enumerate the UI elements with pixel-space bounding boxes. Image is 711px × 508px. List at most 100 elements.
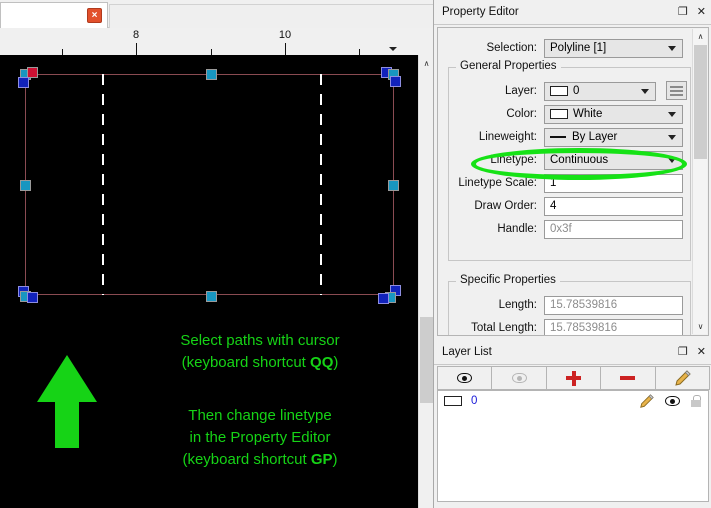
- eye-icon: [457, 373, 473, 383]
- length-value: 15.78539816: [550, 299, 618, 311]
- dashed-guide-line: [102, 74, 104, 295]
- remove-layer-button[interactable]: [600, 366, 656, 390]
- grip-handle[interactable]: [390, 76, 401, 87]
- annotation-note-1: Select paths with cursor (keyboard short…: [150, 330, 370, 374]
- layer-label: Layer:: [505, 85, 537, 97]
- draw-order-input[interactable]: 4: [544, 196, 683, 216]
- menu-line: [670, 93, 683, 96]
- property-editor-title: Property Editor: [442, 6, 519, 18]
- layer-manager-button[interactable]: [666, 81, 687, 100]
- show-all-layers-button[interactable]: [437, 366, 493, 390]
- menu-line: [670, 85, 683, 88]
- tabstrip-empty-area: [109, 4, 433, 28]
- horizontal-ruler[interactable]: 8 10: [0, 28, 433, 55]
- length-label: Length:: [498, 299, 537, 311]
- layer-list-title: Layer List: [442, 346, 492, 358]
- pencil-icon: [675, 369, 691, 386]
- close-icon[interactable]: ×: [87, 8, 102, 23]
- eye-icon[interactable]: [665, 396, 680, 406]
- scroll-up-icon[interactable]: ∧: [693, 29, 708, 44]
- draw-order-label: Draw Order:: [474, 200, 537, 212]
- property-editor-scrollbar[interactable]: ∧ ∨: [692, 29, 707, 334]
- layer-dropdown[interactable]: 0: [544, 81, 656, 101]
- linetype-row: Linetype: Continuous: [444, 150, 683, 170]
- handle-label: Handle:: [497, 223, 537, 235]
- eye-off-icon: [511, 373, 527, 383]
- grip-handle[interactable]: [27, 292, 38, 303]
- linetype-scale-value: 1: [550, 177, 557, 189]
- color-dropdown[interactable]: White: [544, 104, 683, 124]
- annotation-note-1-line2-post: ): [333, 354, 339, 371]
- linetype-scale-input[interactable]: 1: [544, 173, 683, 193]
- layer-value: 0: [573, 85, 580, 97]
- grip-handle[interactable]: [388, 180, 399, 191]
- selection-row: Selection: Polyline [1]: [444, 38, 683, 58]
- chevron-down-icon: [668, 135, 676, 140]
- restore-icon[interactable]: ❐: [678, 347, 688, 358]
- selection-value: Polyline [1]: [550, 42, 607, 54]
- length-input[interactable]: 15.78539816: [544, 295, 683, 315]
- linetype-value: Continuous: [550, 154, 609, 166]
- annotation-note-1-line2: (keyboard shortcut QQ): [150, 352, 370, 374]
- annotation-note-2-line2: in the Property Editor: [189, 429, 331, 446]
- shortcut-gp: GP: [310, 451, 333, 468]
- canvas-vertical-scrollbar[interactable]: ∧: [418, 55, 433, 508]
- linetype-scale-label: Linetype Scale:: [458, 177, 537, 189]
- close-icon[interactable]: ✕: [697, 7, 706, 18]
- drawing-pane: × 8 10 Select paths with cursor (keyboar…: [0, 0, 433, 508]
- ruler-tick-major: [136, 43, 137, 55]
- annotation-note-1-line1: Select paths with cursor: [180, 332, 340, 349]
- add-layer-button[interactable]: [545, 366, 602, 390]
- color-row: Color: White: [444, 104, 683, 124]
- lineweight-row: Lineweight: By Layer: [444, 127, 683, 147]
- close-icon[interactable]: ✕: [697, 347, 706, 358]
- application-window: × 8 10 Select paths with cursor (keyboar…: [0, 0, 711, 508]
- length-row: Length: 15.78539816: [444, 295, 683, 315]
- drawing-canvas[interactable]: Select paths with cursor (keyboard short…: [0, 55, 418, 508]
- annotation-note-2: Then change linetype in the Property Edi…: [150, 405, 370, 471]
- linetype-dropdown[interactable]: Continuous: [544, 150, 683, 170]
- minus-icon: [620, 371, 636, 386]
- document-tab[interactable]: ×: [0, 2, 108, 28]
- specific-properties-label: Specific Properties: [456, 274, 560, 286]
- draw-order-row: Draw Order: 4: [444, 196, 683, 216]
- pencil-icon[interactable]: [639, 393, 654, 409]
- chevron-down-icon: [668, 46, 676, 51]
- lineweight-label: Lineweight:: [478, 131, 537, 143]
- shortcut-qq: QQ: [310, 354, 334, 371]
- grip-handle[interactable]: [20, 180, 31, 191]
- color-label: Color:: [506, 108, 537, 120]
- property-editor-panel: Property Editor ❐ ✕ Selection: Polyline …: [434, 0, 711, 339]
- scrollbar-thumb[interactable]: [694, 45, 707, 159]
- lineweight-dropdown[interactable]: By Layer: [544, 127, 683, 147]
- edit-layer-button[interactable]: [654, 366, 711, 390]
- hide-all-layers-button[interactable]: [491, 366, 547, 390]
- chevron-down-icon: [668, 112, 676, 117]
- scrollbar-thumb[interactable]: [420, 317, 433, 403]
- chevron-down-icon[interactable]: [389, 47, 397, 51]
- property-editor-body: Selection: Polyline [1] General Properti…: [437, 27, 709, 336]
- grip-handle[interactable]: [206, 291, 217, 302]
- scroll-down-icon[interactable]: ∨: [693, 319, 708, 334]
- layer-list-titlebar: Layer List ❐ ✕: [434, 340, 711, 365]
- menu-line: [670, 89, 683, 92]
- ruler-label: 8: [132, 29, 140, 41]
- grip-handle[interactable]: [18, 77, 29, 88]
- lock-icon[interactable]: [691, 395, 701, 407]
- layer-row: Layer: 0: [444, 81, 687, 101]
- ruler-tick-major: [285, 43, 286, 55]
- color-value: White: [573, 108, 603, 120]
- selection-dropdown[interactable]: Polyline [1]: [544, 38, 683, 58]
- scroll-up-icon[interactable]: ∧: [419, 55, 434, 71]
- grip-handle[interactable]: [378, 293, 389, 304]
- handle-input[interactable]: 0x3f: [544, 219, 683, 239]
- restore-icon[interactable]: ❐: [678, 7, 688, 18]
- grip-handle[interactable]: [206, 69, 217, 80]
- general-properties-label: General Properties: [456, 60, 561, 72]
- layer-row[interactable]: 0: [438, 391, 708, 411]
- property-editor-titlebar: Property Editor ❐ ✕: [434, 0, 711, 25]
- selection-label: Selection:: [486, 42, 537, 54]
- total-length-input[interactable]: 15.78539816: [544, 318, 683, 335]
- layer-list-panel: Layer List ❐ ✕ 0: [434, 340, 711, 508]
- layer-list-rows[interactable]: 0: [437, 390, 709, 502]
